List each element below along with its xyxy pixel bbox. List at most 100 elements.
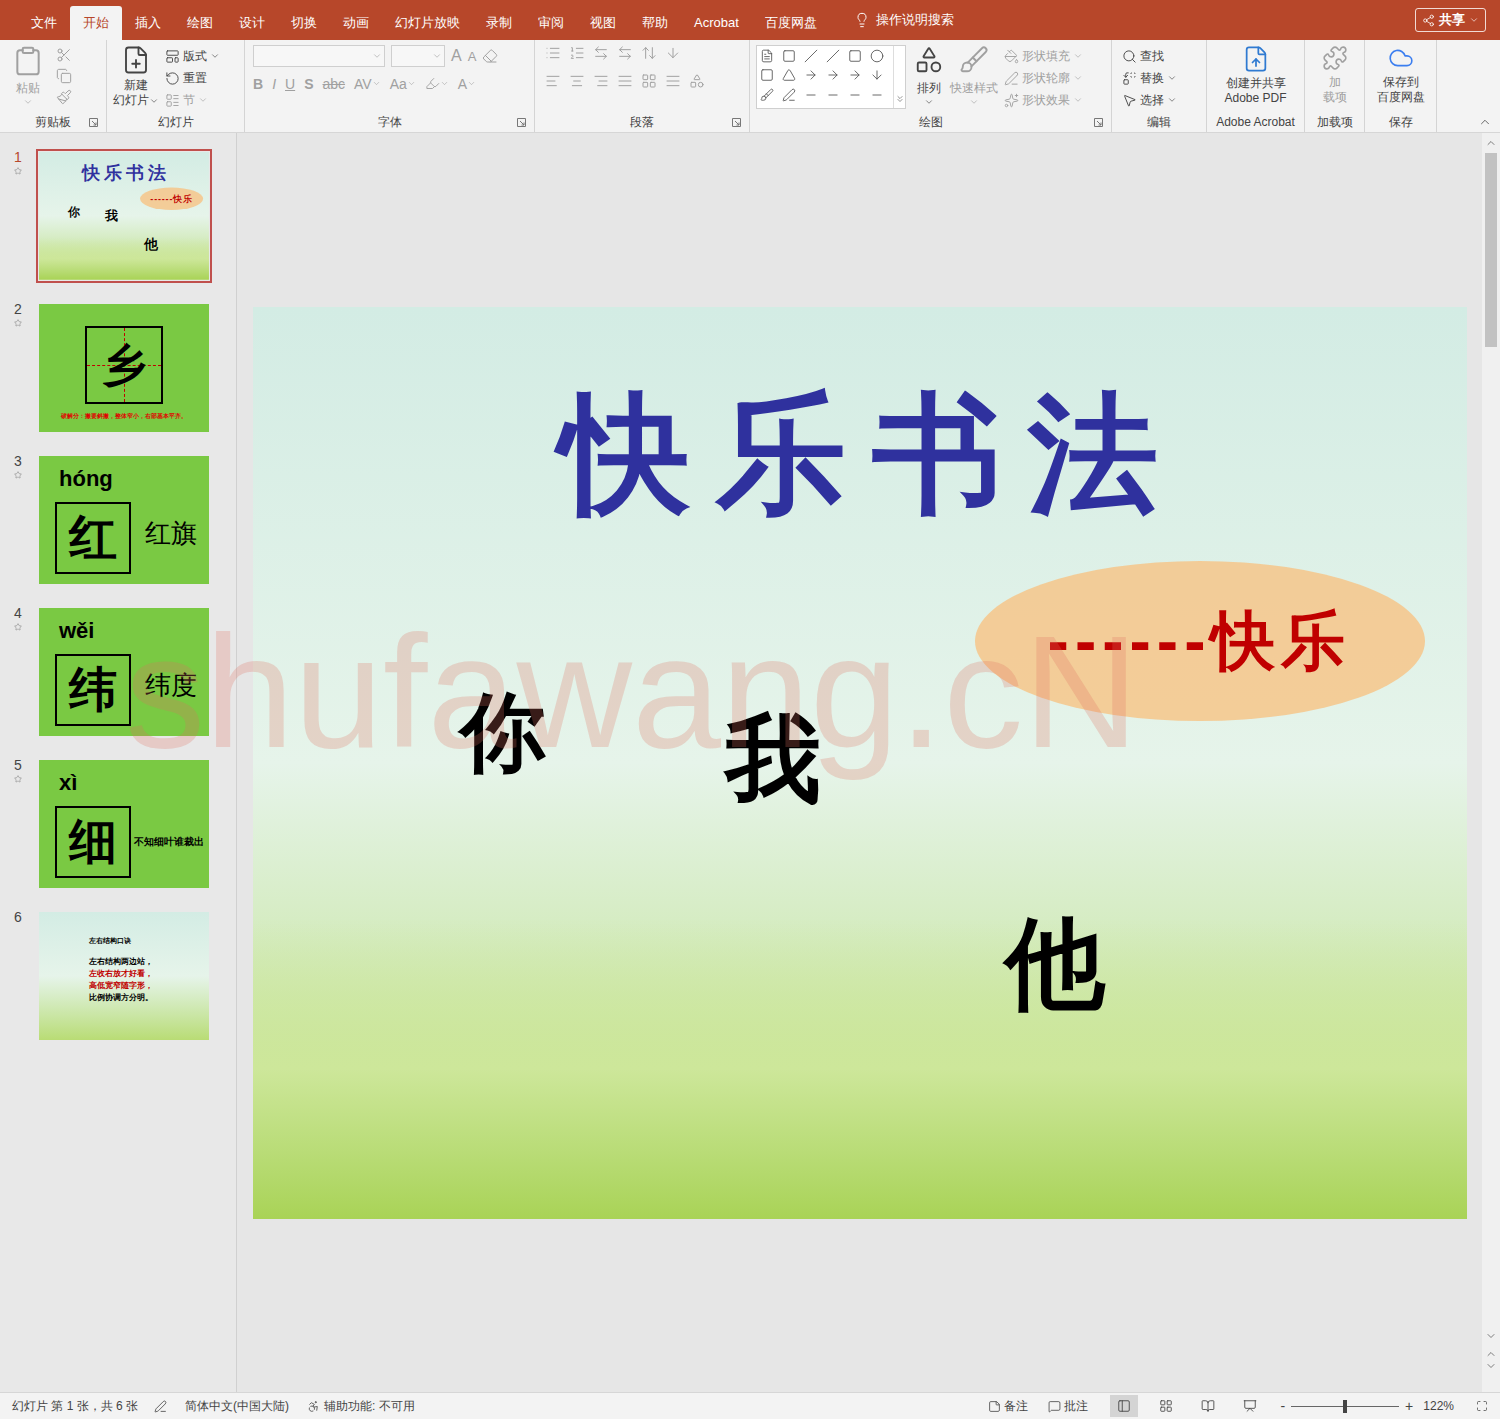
fit-to-window-icon[interactable]: [1476, 1400, 1488, 1412]
tagline-ellipse[interactable]: ------快乐: [975, 561, 1425, 721]
chevron-down-icon[interactable]: [407, 79, 416, 88]
editing-button[interactable]: 替换: [1122, 67, 1177, 89]
chevron-down-icon[interactable]: [372, 51, 382, 61]
dialog-launcher-icon[interactable]: [89, 118, 98, 127]
align-left-icon[interactable]: [545, 73, 561, 89]
columns-icon[interactable]: [641, 73, 657, 89]
font-color-button[interactable]: A: [458, 77, 476, 91]
shape-icon[interactable]: [782, 68, 796, 82]
section-button[interactable]: 节: [165, 89, 220, 111]
shape-icon[interactable]: [760, 88, 774, 102]
char-wo[interactable]: 我: [105, 209, 118, 222]
copy-icon[interactable]: [56, 68, 72, 84]
lightbulb-icon[interactable]: [854, 12, 870, 28]
layout-button-icon[interactable]: [165, 49, 180, 64]
section-button-icon[interactable]: [165, 93, 180, 108]
chevron-down-icon[interactable]: [23, 97, 33, 107]
chevron-down-icon[interactable]: [149, 96, 159, 106]
chevron-down-icon[interactable]: [467, 79, 476, 88]
shape-option-button[interactable]: 形状轮廓: [1004, 67, 1083, 89]
zoom-in-button[interactable]: +: [1405, 1399, 1413, 1413]
italic-button[interactable]: I: [272, 77, 276, 91]
smartart-icon[interactable]: [689, 73, 705, 89]
slide-thumbnail[interactable]: 1快乐书法------快乐你我他: [0, 149, 236, 283]
spelling-icon[interactable]: [154, 1400, 167, 1413]
slide-thumbnail[interactable]: 3hóng红红旗: [0, 453, 236, 587]
ribbon-tab[interactable]: 动画: [330, 6, 382, 40]
font-size-field[interactable]: [391, 45, 445, 67]
dialog-launcher-icon[interactable]: [1094, 118, 1103, 127]
comments-button[interactable]: 批注: [1048, 1397, 1088, 1415]
tell-me-search[interactable]: 操作说明搜索: [854, 10, 954, 30]
spacing-button[interactable]: AV: [354, 77, 381, 91]
shadow-button[interactable]: S: [304, 77, 313, 91]
ribbon-tab[interactable]: 帮助: [629, 6, 681, 40]
slideshow-view-button[interactable]: [1236, 1395, 1264, 1417]
share-button[interactable]: 共享: [1415, 8, 1486, 32]
shape-option-button-icon[interactable]: [1004, 71, 1019, 86]
ribbon-tab[interactable]: Acrobat: [681, 6, 752, 40]
format-painter-icon[interactable]: [56, 89, 72, 105]
collapse-ribbon-icon[interactable]: [1478, 115, 1492, 129]
text-direction-icon[interactable]: [665, 45, 681, 61]
shape-icon[interactable]: [826, 68, 840, 82]
chevron-down-icon[interactable]: [432, 51, 442, 61]
arrange-button[interactable]: 排列: [912, 45, 944, 107]
addins-button[interactable]: 加载项: [1311, 45, 1358, 105]
grow-font-button[interactable]: A: [451, 48, 462, 64]
zoom-level[interactable]: 122%: [1423, 1397, 1454, 1415]
shape-option-button-icon[interactable]: [1004, 93, 1019, 108]
shape-icon[interactable]: [804, 88, 818, 102]
shape-icon[interactable]: [870, 68, 884, 82]
font-name-field[interactable]: [253, 45, 385, 67]
reset-button[interactable]: 重置: [165, 67, 220, 89]
chevron-down-icon[interactable]: [1469, 15, 1479, 25]
ribbon-tab[interactable]: 文件: [18, 6, 70, 40]
shape-option-button[interactable]: 形状填充: [1004, 45, 1083, 67]
ribbon-tab[interactable]: 切换: [278, 6, 330, 40]
shape-option-button-icon[interactable]: [1004, 49, 1019, 64]
char-wo[interactable]: 我: [725, 711, 821, 807]
editing-button-icon[interactable]: [1122, 71, 1137, 86]
char-ta[interactable]: 他: [144, 237, 158, 251]
cut-icon[interactable]: [56, 47, 72, 63]
shape-icon[interactable]: [760, 68, 774, 82]
chevron-down-icon[interactable]: [1167, 73, 1177, 83]
shape-icon[interactable]: [870, 49, 884, 63]
shape-icon[interactable]: [826, 49, 840, 63]
shrink-font-button[interactable]: A: [468, 50, 477, 63]
new-slide-icon[interactable]: [121, 45, 151, 75]
tagline-ellipse[interactable]: ------快乐: [140, 188, 203, 210]
shape-icon[interactable]: [782, 88, 796, 102]
numbering-icon[interactable]: [569, 45, 585, 61]
shape-icon[interactable]: [782, 49, 796, 63]
editing-button[interactable]: 选择: [1122, 89, 1177, 111]
chevron-down-icon[interactable]: [198, 95, 208, 105]
language[interactable]: 简体中文(中国大陆): [185, 1397, 289, 1415]
align-center-icon[interactable]: [569, 73, 585, 89]
shape-icon[interactable]: [848, 88, 862, 102]
chevron-down-icon[interactable]: [210, 51, 220, 61]
dialog-launcher-icon[interactable]: [517, 118, 526, 127]
char-ni[interactable]: 你: [460, 689, 546, 775]
ribbon-tab[interactable]: 插入: [122, 6, 174, 40]
shape-icon[interactable]: [760, 49, 774, 63]
slide[interactable]: 快乐书法------快乐你我他: [39, 152, 209, 280]
quick-styles-icon[interactable]: [959, 45, 989, 75]
decrease-indent-icon[interactable]: [593, 45, 609, 61]
scroll-up-icon[interactable]: [1485, 137, 1497, 149]
bold-button[interactable]: B: [253, 77, 263, 91]
zoom-slider[interactable]: [1291, 1406, 1399, 1407]
clipboard-icon[interactable]: [12, 45, 44, 77]
editing-button-icon[interactable]: [1122, 49, 1137, 64]
vertical-scrollbar[interactable]: [1482, 133, 1500, 1392]
scroll-thumb[interactable]: [1485, 153, 1497, 347]
shape-icon[interactable]: [848, 49, 862, 63]
reading-view-button[interactable]: [1194, 1395, 1222, 1417]
create-pdf-button[interactable]: 创建并共享Adobe PDF: [1213, 45, 1298, 106]
sorter-view-button[interactable]: [1152, 1395, 1180, 1417]
share-icon[interactable]: [1422, 14, 1435, 27]
ribbon-tab[interactable]: 百度网盘: [752, 6, 830, 40]
new-slide-button[interactable]: 新建幻灯片: [113, 45, 159, 108]
comments-icon[interactable]: [1048, 1400, 1061, 1413]
